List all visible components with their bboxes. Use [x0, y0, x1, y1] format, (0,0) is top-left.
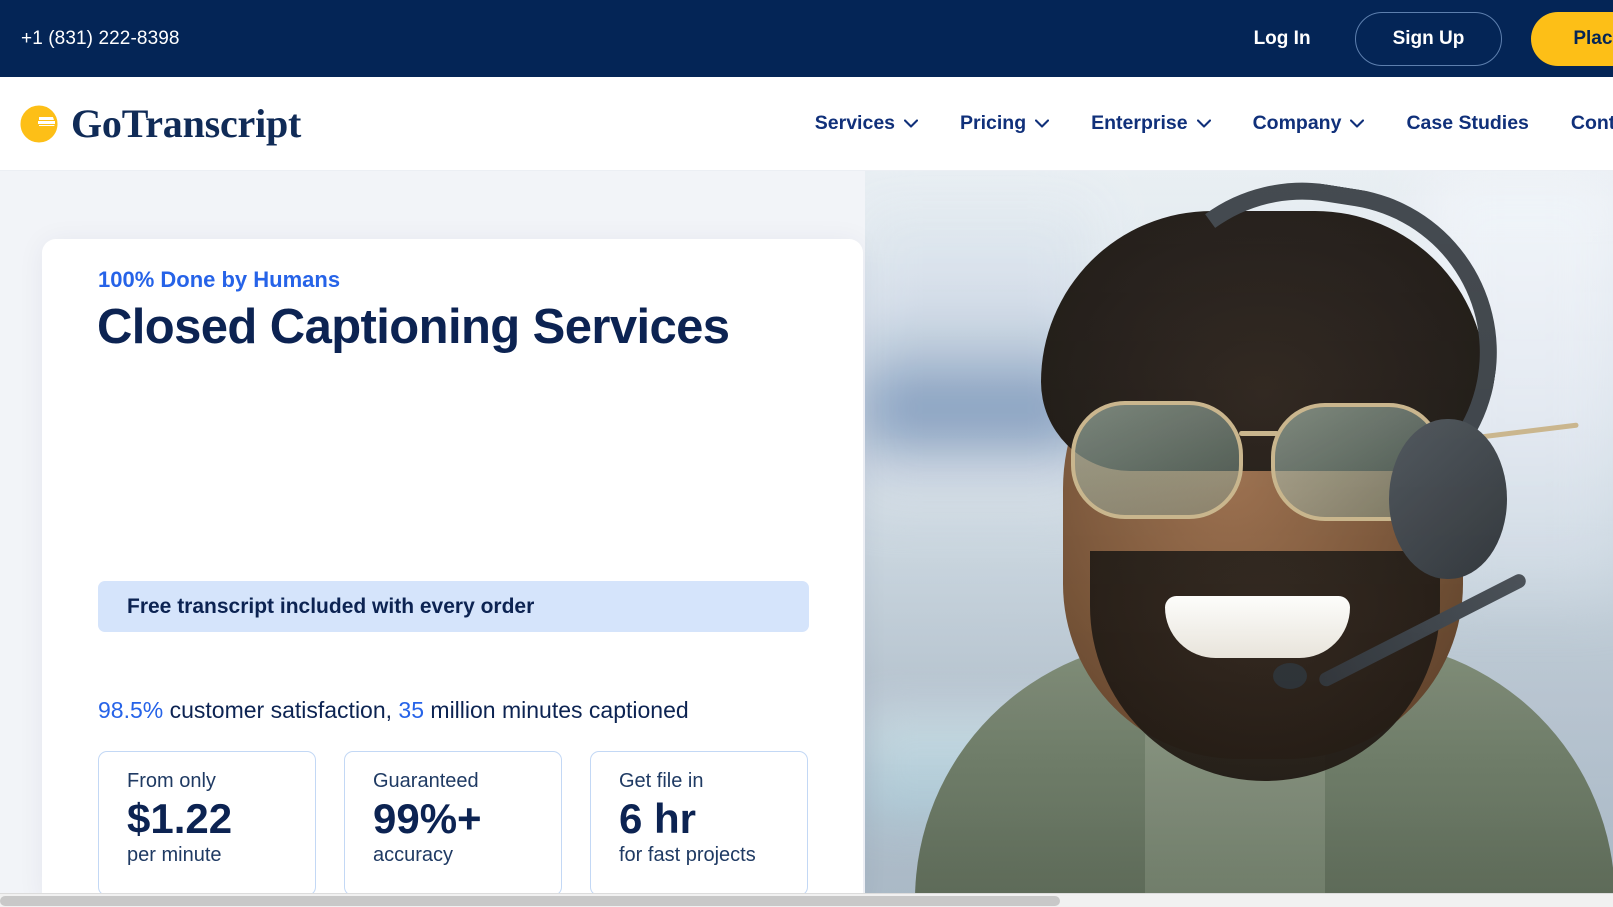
stat-card-bottom: for fast projects — [619, 844, 756, 867]
topbar-actions: Log In Sign Up Place — [1254, 0, 1613, 77]
hero-stat-cards: From only $1.22 per minute Guaranteed 99… — [98, 751, 808, 896]
nav-item-label: Contac — [1570, 112, 1613, 134]
free-transcript-banner-text: Free transcript included with every orde… — [127, 594, 535, 618]
satisfaction-text: customer satisfaction, — [163, 697, 399, 723]
minutes-value: 35 — [398, 697, 425, 723]
hero-section: 100% Done by Humans Closed Captioning Se… — [0, 171, 1613, 900]
stat-card-bottom: accuracy — [373, 844, 454, 867]
hero-content-card: 100% Done by Humans Closed Captioning Se… — [42, 239, 863, 900]
nav-items: Services Pricing Enterprise Company Case… — [815, 77, 1613, 170]
main-navbar: GoTranscript Services Pricing Enterprise — [0, 77, 1613, 171]
place-order-button[interactable]: Place — [1531, 11, 1613, 66]
photo-headset-mic-tip — [1273, 663, 1307, 689]
nav-item-label: Company — [1252, 112, 1342, 134]
logo-text: GoTranscript — [71, 101, 302, 146]
nav-item-label: Case Studies — [1406, 112, 1529, 134]
top-utility-bar: +1 (831) 222-8398 Log In Sign Up Place — [0, 0, 1613, 77]
chevron-down-icon — [1196, 119, 1211, 128]
stat-card-turnaround: Get file in 6 hr for fast projects — [590, 751, 808, 896]
nav-item-company[interactable]: Company — [1253, 112, 1365, 135]
minutes-text: million minutes captioned — [424, 697, 689, 723]
chevron-down-icon — [904, 119, 919, 128]
nav-item-case-studies[interactable]: Case Studies — [1406, 112, 1528, 135]
nav-item-label: Services — [814, 112, 896, 134]
photo-person-smile — [1165, 596, 1350, 658]
g-circle-logo-icon — [20, 105, 58, 143]
hero-photo — [865, 171, 1613, 900]
stat-card-bottom: per minute — [127, 844, 222, 867]
free-transcript-banner: Free transcript included with every orde… — [98, 581, 809, 632]
login-link[interactable]: Log In — [1254, 28, 1311, 50]
page-title: Closed Captioning Services — [97, 300, 730, 354]
chevron-down-icon — [1350, 119, 1365, 128]
logo-link[interactable]: GoTranscript — [20, 100, 301, 147]
horizontal-scrollbar[interactable] — [0, 893, 1613, 907]
hero-eyebrow: 100% Done by Humans — [98, 267, 341, 292]
stat-card-accuracy: Guaranteed 99%+ accuracy — [344, 751, 562, 896]
nav-item-label: Enterprise — [1091, 112, 1188, 134]
horizontal-scrollbar-thumb[interactable] — [0, 896, 1060, 906]
chevron-down-icon — [1035, 119, 1050, 128]
stat-card-value: 99%+ — [373, 795, 482, 842]
satisfaction-value: 98.5% — [98, 697, 164, 723]
stat-card-value: $1.22 — [127, 795, 233, 842]
stat-card-top: From only — [127, 770, 216, 792]
page-root: +1 (831) 222-8398 Log In Sign Up Place G… — [0, 0, 1613, 907]
nav-item-services[interactable]: Services — [814, 112, 919, 135]
nav-item-pricing[interactable]: Pricing — [960, 112, 1050, 135]
signup-button[interactable]: Sign Up — [1354, 11, 1503, 66]
photo-headset-earcup — [1389, 419, 1507, 579]
phone-number[interactable]: +1 (831) 222-8398 — [21, 28, 180, 50]
stat-card-value: 6 hr — [619, 795, 697, 842]
stat-card-top: Get file in — [619, 770, 704, 792]
nav-item-label: Pricing — [960, 112, 1027, 134]
hero-stat-line: 98.5% customer satisfaction, 35 million … — [98, 697, 689, 724]
nav-item-enterprise[interactable]: Enterprise — [1091, 112, 1211, 135]
nav-item-contact[interactable]: Contac — [1571, 112, 1613, 135]
stat-card-top: Guaranteed — [373, 770, 479, 792]
stat-card-price: From only $1.22 per minute — [98, 751, 316, 896]
